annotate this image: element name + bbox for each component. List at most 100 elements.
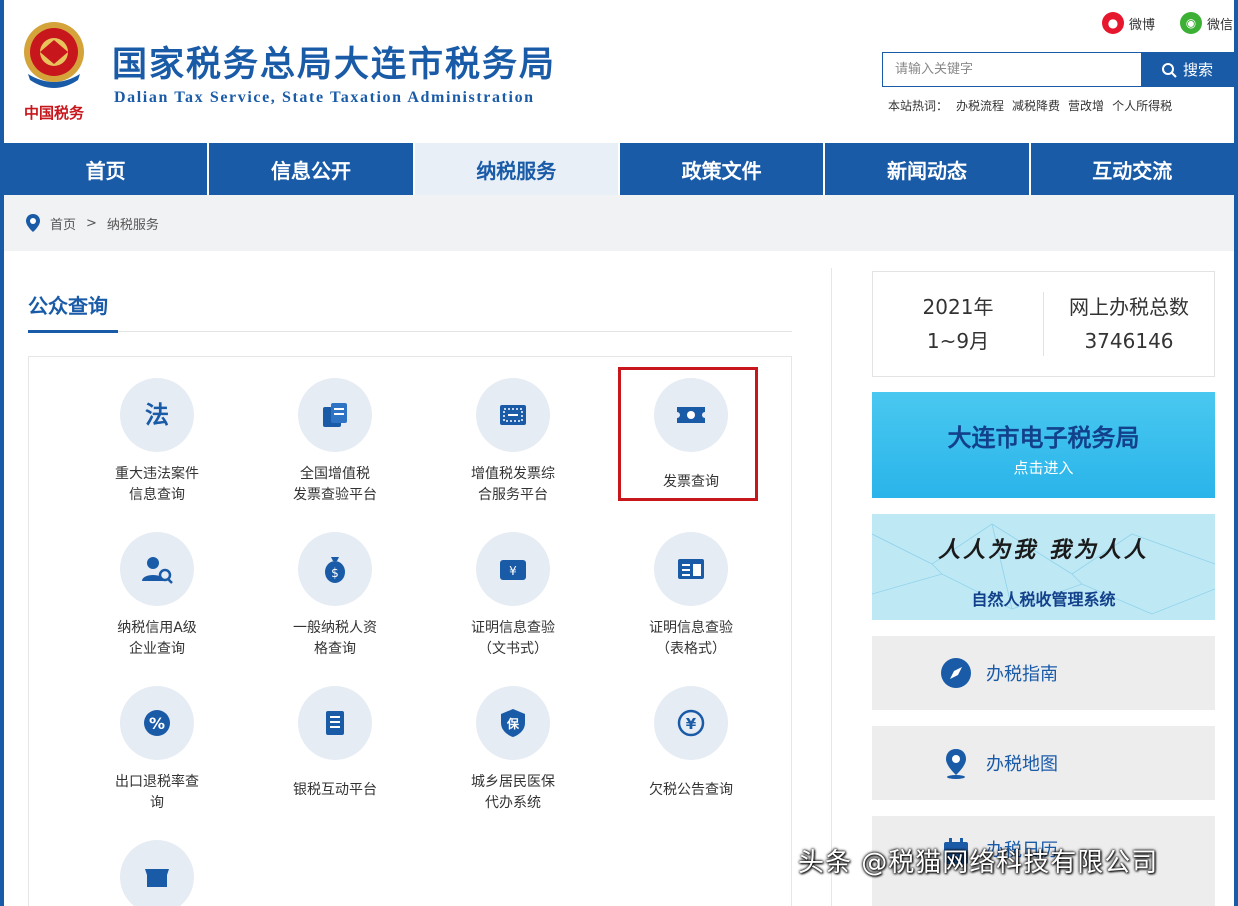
stats-period: 2021年 1~9月 — [873, 290, 1043, 358]
search-button-label: 搜索 — [1182, 61, 1213, 79]
location-pin-icon — [26, 214, 40, 232]
etax-title: 大连市电子税务局 — [947, 424, 1140, 452]
service-guide-button[interactable]: 办税指南 — [872, 636, 1215, 710]
weibo-icon: ● — [1102, 12, 1124, 34]
site-subtitle: Dalian Tax Service, State Taxation Admin… — [114, 89, 535, 106]
wechat-label: 微信 — [1207, 17, 1234, 33]
nav-item-policy[interactable]: 政策文件 — [620, 143, 826, 195]
hot-word-link[interactable]: 个人所得税 — [1112, 97, 1172, 114]
stats-year: 2021年 — [922, 295, 994, 319]
column-divider — [831, 268, 832, 906]
section-title: 公众查询 — [28, 294, 108, 318]
service-map-button[interactable]: 办税地图 — [872, 726, 1215, 800]
tile-cert-table[interactable]: 证明信息查验 （表格式） — [616, 532, 766, 660]
weibo-link[interactable]: ● 微博 — [1102, 12, 1155, 34]
search-input[interactable] — [883, 53, 1141, 86]
svg-text:法: 法 — [145, 401, 169, 429]
service-label: 办税指南 — [986, 664, 1058, 685]
tile-cert-doc[interactable]: ¥ 证明信息查验 （文书式） — [438, 532, 588, 660]
etax-subtitle: 点击进入 — [1013, 459, 1074, 477]
search-box: 搜索 — [882, 52, 1234, 87]
yen-icon: ¥ — [654, 686, 728, 760]
etax-banner[interactable]: 大连市电子税务局 点击进入 — [872, 392, 1215, 498]
bank-icon — [298, 686, 372, 760]
law-icon: 法 — [120, 378, 194, 452]
tile-label: 证明信息查验 （表格式） — [649, 620, 733, 657]
person-slogan: 人人为我 我为人人 — [938, 537, 1149, 563]
credit-icon — [120, 532, 194, 606]
tile-general-taxpayer[interactable]: $ 一般纳税人资 格查询 — [260, 532, 410, 660]
wechat-icon: ◉ — [1180, 12, 1202, 34]
emblem-text: 中国税务 — [24, 104, 85, 122]
tile-label: 银税互动平台 — [293, 782, 377, 798]
svg-text:¥: ¥ — [686, 715, 697, 733]
tile-label: 纳税信用A级 企业查询 — [117, 620, 197, 657]
hot-words-label: 本站热词： — [888, 99, 949, 113]
tile-label: 一般纳税人资 格查询 — [293, 620, 377, 657]
nav-item-interaction[interactable]: 互动交流 — [1031, 143, 1234, 195]
person-title: 自然人税收管理系统 — [971, 590, 1116, 609]
search-button[interactable]: 搜索 — [1141, 53, 1233, 86]
nav-item-news[interactable]: 新闻动态 — [825, 143, 1031, 195]
tile-vat-invoice-check[interactable]: 全国增值税 发票查验平台 — [260, 378, 410, 506]
site-title: 国家税务总局大连市税务局 — [112, 45, 557, 85]
nav-item-tax-service[interactable]: 纳税服务 — [414, 143, 620, 195]
tile-label: 欠税公告查询 — [649, 782, 733, 798]
insurance-icon: 保 — [476, 686, 550, 760]
site-header: 中国税务 国家税务总局大连市税务局 Dalian Tax Service, St… — [4, 0, 1234, 143]
map-pin-icon — [940, 747, 972, 779]
tile-label: 证明信息查验 （文书式） — [471, 620, 555, 657]
tile-bank-tax[interactable]: 银税互动平台 — [260, 686, 410, 801]
hot-words: 本站热词： 办税流程 减税降费 营改增 个人所得税 — [888, 97, 1172, 114]
certificate-doc-icon: ¥ — [476, 532, 550, 606]
svg-text:%: % — [149, 714, 165, 733]
invoice-service-icon — [476, 378, 550, 452]
hot-word-link[interactable]: 营改增 — [1068, 97, 1104, 114]
service-label: 办税地图 — [986, 754, 1058, 775]
tile-major-violation[interactable]: 法 重大违法案件 信息查询 — [82, 378, 232, 506]
search-icon — [1161, 62, 1177, 78]
tile-label: 全国增值税 发票查验平台 — [293, 466, 377, 503]
nav-item-info[interactable]: 信息公开 — [209, 143, 415, 195]
tile-store[interactable] — [82, 840, 232, 906]
store-icon — [120, 840, 194, 906]
stats-total: 网上办税总数 3746146 — [1044, 290, 1214, 358]
certificate-table-icon — [654, 532, 728, 606]
personal-tax-banner[interactable]: 人人为我 我为人人 自然人税收管理系统 — [872, 514, 1215, 620]
tile-medical-insurance[interactable]: 保 城乡居民医保 代办系统 — [438, 686, 588, 814]
breadcrumb: 首页 > 纳税服务 — [4, 195, 1234, 251]
stats-months: 1~9月 — [926, 329, 990, 353]
tile-export-rebate[interactable]: % 出口退税率查 询 — [82, 686, 232, 814]
percent-icon: % — [120, 686, 194, 760]
tile-vat-service-platform[interactable]: 增值税发票综 合服务平台 — [438, 378, 588, 506]
compass-icon — [940, 657, 972, 689]
svg-text:¥: ¥ — [509, 564, 517, 578]
svg-text:$: $ — [331, 566, 339, 580]
hot-word-link[interactable]: 减税降费 — [1012, 97, 1060, 114]
tile-tax-arrears[interactable]: ¥ 欠税公告查询 — [616, 686, 766, 801]
breadcrumb-current: 纳税服务 — [106, 217, 159, 233]
stats-card: 2021年 1~9月 网上办税总数 3746146 — [872, 271, 1215, 377]
highlight-box — [618, 367, 758, 501]
breadcrumb-home[interactable]: 首页 — [50, 214, 76, 233]
breadcrumb-separator: > — [86, 215, 97, 231]
tile-label: 出口退税率查 询 — [115, 774, 199, 811]
main-nav: 首页 信息公开 纳税服务 政策文件 新闻动态 互动交流 — [4, 143, 1234, 195]
tile-credit-a[interactable]: 纳税信用A级 企业查询 — [82, 532, 232, 660]
wechat-link[interactable]: ◉ 微信 — [1180, 12, 1233, 34]
svg-text:保: 保 — [506, 716, 520, 731]
invoice-check-icon — [298, 378, 372, 452]
tile-label: 增值税发票综 合服务平台 — [471, 466, 555, 503]
weibo-label: 微博 — [1129, 17, 1156, 33]
hot-word-link[interactable]: 办税流程 — [956, 97, 1004, 114]
nav-item-home[interactable]: 首页 — [4, 143, 210, 195]
section-divider — [118, 331, 792, 332]
stats-value: 3746146 — [1084, 329, 1174, 353]
watermark: 头条 @税猫网络科技有限公司 — [798, 848, 1159, 878]
tile-label: 重大违法案件 信息查询 — [115, 466, 199, 503]
tile-label: 城乡居民医保 代办系统 — [471, 774, 555, 811]
qualification-icon: $ — [298, 532, 372, 606]
tax-emblem-logo[interactable]: 中国税务 — [14, 18, 94, 126]
section-underline — [28, 330, 118, 333]
stats-label: 网上办税总数 — [1069, 295, 1189, 319]
